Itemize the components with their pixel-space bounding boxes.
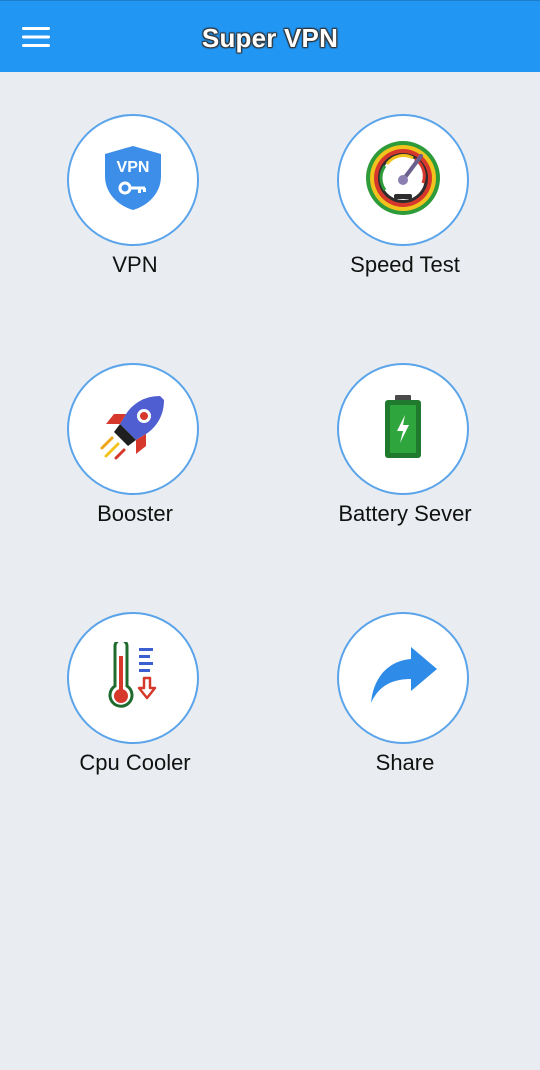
thermometer-icon bbox=[103, 638, 163, 715]
rocket-icon bbox=[98, 392, 168, 467]
booster-circle[interactable] bbox=[67, 363, 199, 495]
cpu-cooler-circle[interactable] bbox=[67, 612, 199, 744]
booster-label: Booster bbox=[97, 501, 173, 526]
cpu-cooler-label: Cpu Cooler bbox=[79, 750, 191, 775]
app-bar: Super VPN bbox=[0, 0, 540, 72]
vpn-circle[interactable]: VPN bbox=[67, 114, 199, 246]
speed-test-circle[interactable] bbox=[337, 114, 469, 246]
vpn-shield-key-icon: VPN bbox=[101, 144, 165, 217]
svg-text:VPN: VPN bbox=[117, 159, 150, 176]
speedometer-icon bbox=[363, 138, 443, 223]
battery-charging-icon bbox=[383, 394, 423, 464]
share-circle[interactable] bbox=[337, 612, 469, 744]
battery-sever-tile[interactable]: Battery Sever bbox=[300, 363, 510, 543]
app-title: Super VPN bbox=[201, 23, 339, 53]
speed-test-tile[interactable]: Speed Test bbox=[300, 114, 510, 294]
booster-tile[interactable]: Booster bbox=[30, 363, 240, 543]
battery-sever-circle[interactable] bbox=[337, 363, 469, 495]
share-tile[interactable]: Share bbox=[300, 612, 510, 792]
speed-test-label: Speed Test bbox=[350, 252, 460, 277]
battery-sever-label: Battery Sever bbox=[338, 501, 472, 526]
share-arrow-icon bbox=[367, 645, 439, 712]
cpu-cooler-tile[interactable]: Cpu Cooler bbox=[30, 612, 240, 792]
share-label: Share bbox=[375, 750, 435, 775]
vpn-tile[interactable]: VPN VPN bbox=[30, 114, 240, 294]
vpn-label: VPN bbox=[112, 252, 158, 277]
